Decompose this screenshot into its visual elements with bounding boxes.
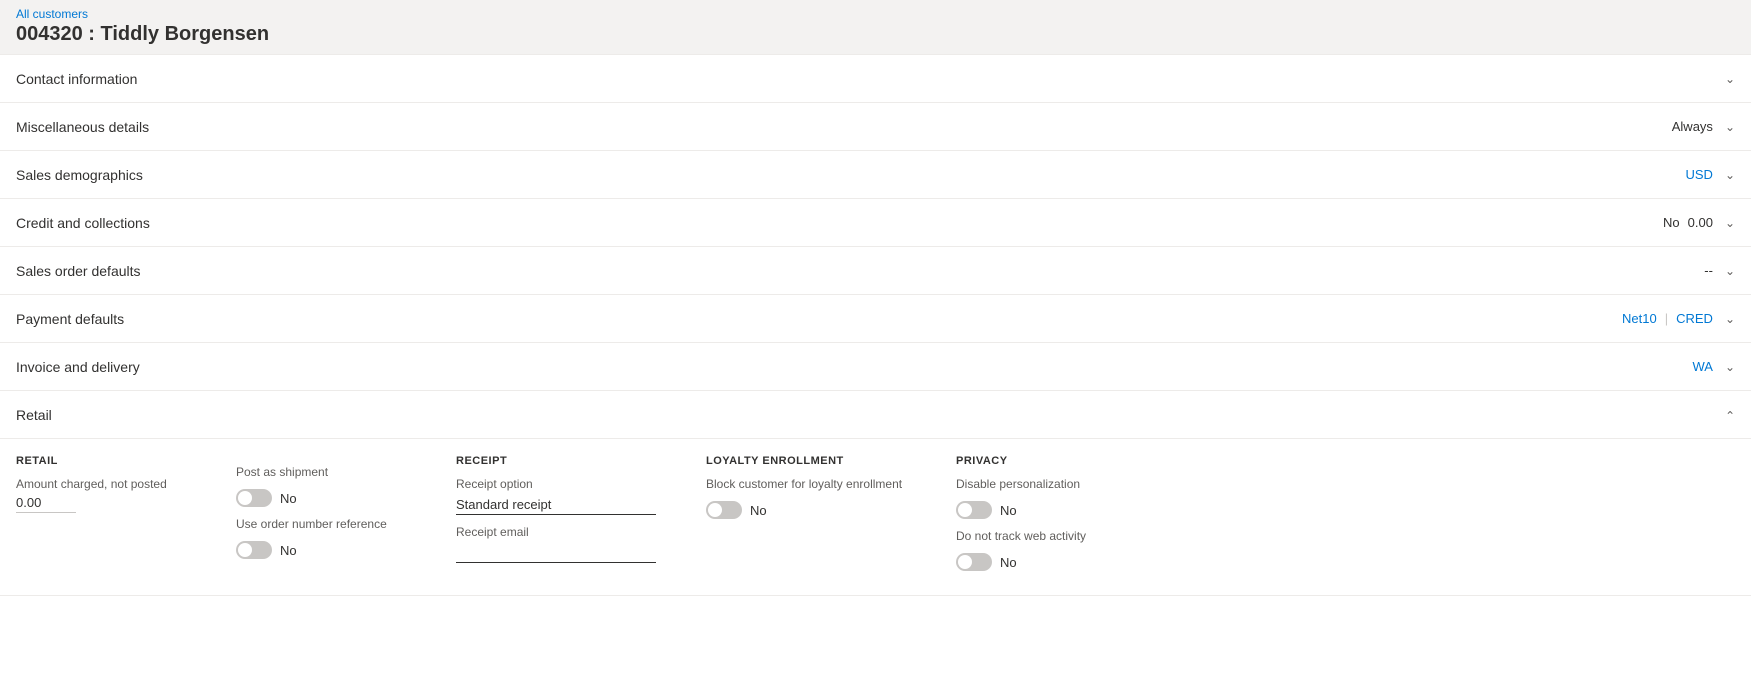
- chevron-up-icon-retail: ⌄: [1725, 408, 1735, 422]
- block-loyalty-toggle-row: No: [706, 501, 924, 519]
- disable-personalization-value: No: [1000, 503, 1017, 518]
- receipt-email-input[interactable]: [456, 543, 656, 563]
- page-container: All customers 004320 : Tiddly Borgensen …: [0, 0, 1751, 691]
- receipt-col-label: RECEIPT: [456, 455, 674, 467]
- section-credit-collections[interactable]: Credit and collections No 0.00 ⌄: [0, 199, 1751, 247]
- receipt-option-input[interactable]: [456, 495, 656, 515]
- section-meta-payment-net10: Net10: [1622, 311, 1657, 326]
- retail-col-label: RETAIL: [16, 455, 204, 467]
- section-title-retail: Retail: [16, 407, 1721, 423]
- section-meta-sales-order-value: --: [1704, 263, 1713, 278]
- payment-meta-divider: |: [1665, 311, 1668, 326]
- section-meta-sales-demo-value: USD: [1685, 167, 1712, 182]
- retail-section: Retail ⌄ RETAIL Amount charged, not post…: [0, 391, 1751, 596]
- section-meta-credit-amount: 0.00: [1688, 215, 1713, 230]
- section-meta-misc: Always: [1672, 119, 1713, 134]
- chevron-down-icon-misc: ⌄: [1725, 120, 1735, 134]
- retail-loyalty-col: LOYALTY ENROLLMENT Block customer for lo…: [706, 455, 956, 571]
- breadcrumb-link[interactable]: All customers: [16, 7, 88, 21]
- section-meta-sales-demo: USD: [1685, 167, 1712, 182]
- chevron-down-icon-sales-demo: ⌄: [1725, 168, 1735, 182]
- post-as-shipment-toggle-row: No: [236, 489, 424, 507]
- section-sales-order-defaults[interactable]: Sales order defaults -- ⌄: [0, 247, 1751, 295]
- retail-content: RETAIL Amount charged, not posted 0.00 P…: [0, 439, 1751, 595]
- retail-amount-value: 0.00: [16, 495, 76, 513]
- post-as-shipment-value: No: [280, 491, 297, 506]
- loyalty-col-label: LOYALTY ENROLLMENT: [706, 455, 924, 467]
- section-meta-credit: No 0.00: [1663, 215, 1713, 230]
- do-not-track-value: No: [1000, 555, 1017, 570]
- post-as-shipment-label: Post as shipment: [236, 465, 424, 479]
- section-title-payment: Payment defaults: [16, 311, 1622, 327]
- use-order-number-toggle[interactable]: [236, 541, 272, 559]
- use-order-number-value: No: [280, 543, 297, 558]
- block-loyalty-value: No: [750, 503, 767, 518]
- section-invoice-delivery[interactable]: Invoice and delivery WA ⌄: [0, 343, 1751, 391]
- post-as-shipment-toggle[interactable]: [236, 489, 272, 507]
- section-meta-misc-value: Always: [1672, 119, 1713, 134]
- use-order-number-label: Use order number reference: [236, 517, 424, 531]
- section-meta-payment-cred: CRED: [1676, 311, 1713, 326]
- privacy-col-label: PRIVACY: [956, 455, 1174, 467]
- receipt-option-label: Receipt option: [456, 477, 674, 491]
- section-title-sales-demo: Sales demographics: [16, 167, 1685, 183]
- section-contact-information[interactable]: Contact information ⌄: [0, 55, 1751, 103]
- retail-retail-col: RETAIL Amount charged, not posted 0.00: [16, 455, 236, 571]
- section-meta-credit-no: No: [1663, 215, 1680, 230]
- section-title-contact: Contact information: [16, 71, 1713, 87]
- retail-privacy-col: PRIVACY Disable personalization No Do no…: [956, 455, 1206, 571]
- section-title-misc: Miscellaneous details: [16, 119, 1672, 135]
- main-content: Contact information ⌄ Miscellaneous deta…: [0, 54, 1751, 691]
- retail-header[interactable]: Retail ⌄: [0, 391, 1751, 439]
- receipt-email-label: Receipt email: [456, 525, 674, 539]
- chevron-down-icon-contact: ⌄: [1725, 72, 1735, 86]
- block-loyalty-label: Block customer for loyalty enrollment: [706, 477, 924, 491]
- disable-personalization-toggle-row: No: [956, 501, 1174, 519]
- do-not-track-label: Do not track web activity: [956, 529, 1174, 543]
- chevron-down-icon-credit: ⌄: [1725, 216, 1735, 230]
- section-payment-defaults[interactable]: Payment defaults Net10 | CRED ⌄: [0, 295, 1751, 343]
- retail-amount-label: Amount charged, not posted: [16, 477, 204, 491]
- section-title-sales-order: Sales order defaults: [16, 263, 1704, 279]
- do-not-track-toggle[interactable]: [956, 553, 992, 571]
- section-meta-sales-order: --: [1704, 263, 1713, 278]
- retail-receipt-col: RECEIPT Receipt option Receipt email: [456, 455, 706, 571]
- chevron-down-icon-invoice: ⌄: [1725, 360, 1735, 374]
- section-title-credit: Credit and collections: [16, 215, 1663, 231]
- chevron-down-icon-sales-order: ⌄: [1725, 264, 1735, 278]
- block-loyalty-toggle[interactable]: [706, 501, 742, 519]
- section-sales-demographics[interactable]: Sales demographics USD ⌄: [0, 151, 1751, 199]
- section-title-invoice: Invoice and delivery: [16, 359, 1692, 375]
- section-meta-payment: Net10 | CRED: [1622, 311, 1713, 326]
- section-meta-invoice: WA: [1692, 359, 1712, 374]
- disable-personalization-label: Disable personalization: [956, 477, 1174, 491]
- do-not-track-toggle-row: No: [956, 553, 1174, 571]
- breadcrumb-area: All customers: [0, 0, 1751, 21]
- section-miscellaneous-details[interactable]: Miscellaneous details Always ⌄: [0, 103, 1751, 151]
- chevron-down-icon-payment: ⌄: [1725, 312, 1735, 326]
- page-title: 004320 : Tiddly Borgensen: [0, 21, 1751, 54]
- section-meta-invoice-wa: WA: [1692, 359, 1712, 374]
- retail-shipment-col: Post as shipment No Use order number ref…: [236, 455, 456, 571]
- disable-personalization-toggle[interactable]: [956, 501, 992, 519]
- use-order-number-toggle-row: No: [236, 541, 424, 559]
